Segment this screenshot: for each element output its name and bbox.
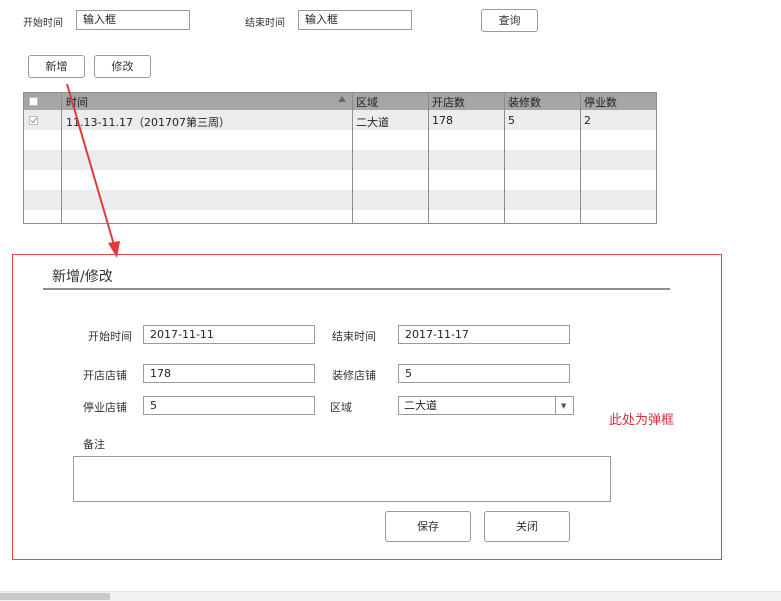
close-button[interactable]: 关闭 [484,511,570,542]
modal-area-value: 二大道 [404,399,437,412]
modal-closed-store-label: 停业店铺 [83,401,127,414]
popup-annotation-text: 此处为弹框 [609,413,675,428]
modal-area-label: 区域 [330,401,352,414]
modal-renovate-store-input[interactable]: 5 [398,364,570,383]
modal-open-store-label: 开店店铺 [83,369,127,382]
dropdown-arrow-icon[interactable]: ▼ [555,397,573,414]
modal-renovate-store-label: 装修店铺 [332,369,376,382]
modal-end-time-label: 结束时间 [332,330,376,343]
scrollbar-thumb[interactable] [0,593,110,600]
modal-closed-store-input[interactable]: 5 [143,396,315,415]
modal-start-time-label: 开始时间 [88,330,132,343]
modal-start-time-input[interactable]: 2017-11-11 [143,325,315,344]
modal-divider [43,288,670,290]
modal-open-store-input[interactable]: 178 [143,364,315,383]
modal-note-label: 备注 [83,438,105,451]
modal-end-time-input[interactable]: 2017-11-17 [398,325,570,344]
modal-area-select[interactable]: 二大道 ▼ [398,396,574,415]
modal-title: 新增/修改 [52,269,113,285]
modal-note-textarea[interactable] [73,456,611,502]
save-button[interactable]: 保存 [385,511,471,542]
